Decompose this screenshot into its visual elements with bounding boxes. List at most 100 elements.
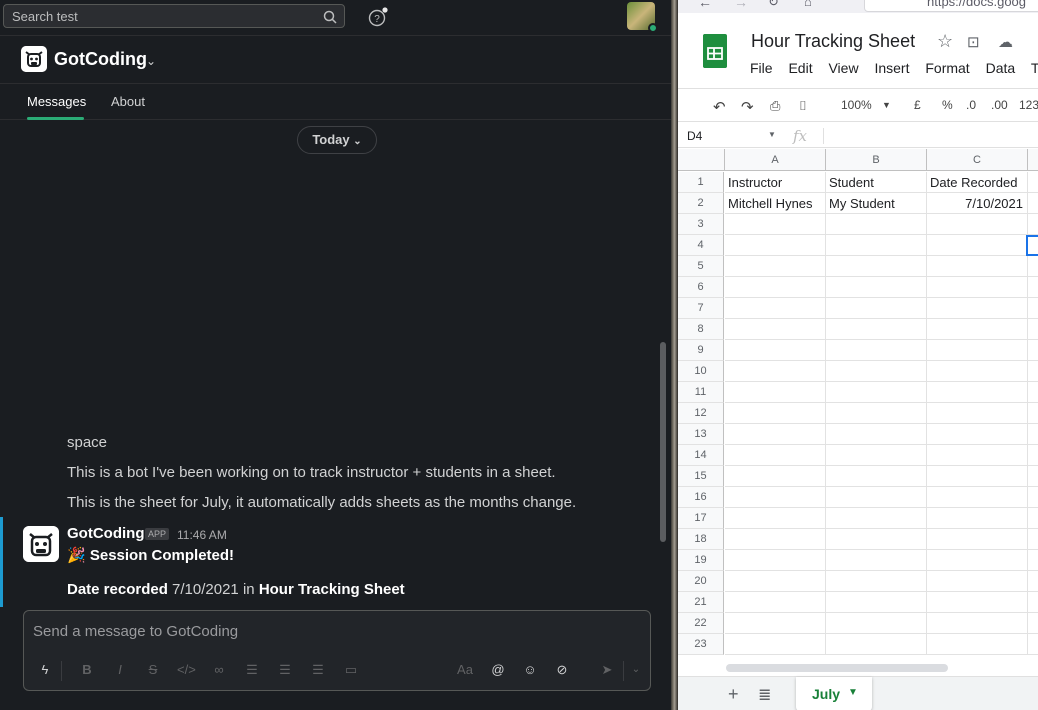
send-icon[interactable]: ➤ (598, 661, 616, 679)
cell[interactable] (1028, 340, 1038, 361)
search-input[interactable]: Search test (3, 4, 345, 28)
row-header[interactable]: 8 (678, 319, 724, 340)
row-header[interactable]: 7 (678, 298, 724, 319)
cell[interactable] (1028, 592, 1038, 613)
redo-icon[interactable]: ↷ (741, 98, 754, 116)
cell[interactable] (725, 382, 826, 403)
cell[interactable]: 7/10/2021 (927, 193, 1028, 214)
address-bar[interactable]: https://docs.goog (864, 0, 1038, 12)
cell[interactable] (826, 235, 927, 256)
menu-view[interactable]: View (828, 60, 858, 76)
cell[interactable] (1028, 298, 1038, 319)
bulleted-list-icon[interactable]: ☰ (243, 661, 261, 679)
zoom-select[interactable]: 100% (841, 98, 872, 112)
row-header[interactable]: 12 (678, 403, 724, 424)
cell[interactable] (927, 277, 1028, 298)
cell[interactable] (725, 277, 826, 298)
cell[interactable] (725, 487, 826, 508)
row-header[interactable]: 10 (678, 361, 724, 382)
cell[interactable] (927, 256, 1028, 277)
cell[interactable] (725, 340, 826, 361)
cell[interactable] (1028, 634, 1038, 655)
document-title[interactable]: Hour Tracking Sheet (751, 31, 915, 52)
menu-format[interactable]: Format (925, 60, 969, 76)
cell[interactable] (927, 298, 1028, 319)
cell[interactable] (1028, 256, 1038, 277)
cell[interactable] (1028, 487, 1038, 508)
sheets-logo-icon[interactable] (703, 34, 727, 68)
currency-button[interactable]: £ (914, 98, 921, 112)
cell[interactable] (826, 424, 927, 445)
horizontal-scrollbar[interactable] (726, 664, 948, 672)
row-header[interactable]: 2 (678, 193, 724, 214)
cell[interactable] (1028, 529, 1038, 550)
cell[interactable] (1028, 550, 1038, 571)
cell[interactable] (826, 508, 927, 529)
menu-file[interactable]: File (750, 60, 773, 76)
cell[interactable] (725, 256, 826, 277)
row-header[interactable]: 4 (678, 235, 724, 256)
tab-messages[interactable]: Messages (27, 94, 86, 109)
cell[interactable] (927, 361, 1028, 382)
cell[interactable] (826, 445, 927, 466)
mention-icon[interactable]: @ (489, 661, 507, 679)
cell[interactable] (1028, 571, 1038, 592)
link-icon[interactable]: ∞ (210, 661, 228, 679)
cell[interactable] (1028, 613, 1038, 634)
cell[interactable] (826, 298, 927, 319)
decrease-decimal-button[interactable]: .0 (966, 98, 976, 112)
cell[interactable] (725, 235, 826, 256)
cell[interactable] (826, 277, 927, 298)
cell[interactable] (927, 529, 1028, 550)
cell[interactable] (725, 613, 826, 634)
menu-tools[interactable]: To (1031, 60, 1038, 76)
row-header[interactable]: 3 (678, 214, 724, 235)
cell[interactable] (826, 529, 927, 550)
cell[interactable] (1028, 277, 1038, 298)
row-header[interactable]: 15 (678, 466, 724, 487)
cell[interactable] (927, 613, 1028, 634)
row-header[interactable]: 19 (678, 550, 724, 571)
formatting-aa-icon[interactable]: Aa (456, 661, 474, 679)
cell[interactable] (1028, 361, 1038, 382)
row-header[interactable]: 14 (678, 445, 724, 466)
channel-name[interactable]: GotCoding (54, 49, 147, 70)
cell[interactable] (1028, 445, 1038, 466)
bot-avatar[interactable] (23, 526, 59, 562)
date-divider-button[interactable]: Today ⌄ (297, 126, 377, 154)
row-header[interactable]: 17 (678, 508, 724, 529)
row-header[interactable]: 18 (678, 529, 724, 550)
cell[interactable]: My Student (826, 193, 927, 214)
sheet-tab-july[interactable]: July ▼ (796, 677, 872, 710)
cell[interactable] (725, 445, 826, 466)
cell[interactable] (826, 634, 927, 655)
menu-edit[interactable]: Edit (788, 60, 812, 76)
all-sheets-icon[interactable]: ≣ (758, 685, 771, 705)
cell[interactable] (725, 361, 826, 382)
cell[interactable] (725, 571, 826, 592)
cell[interactable] (1028, 193, 1038, 214)
row-header[interactable]: 20 (678, 571, 724, 592)
help-icon[interactable]: ? (368, 7, 388, 27)
forward-icon[interactable]: → (734, 0, 748, 10)
chevron-down-icon[interactable]: ⌄ (146, 54, 156, 68)
cell[interactable] (927, 319, 1028, 340)
italic-icon[interactable]: I (111, 661, 129, 679)
cell[interactable] (927, 634, 1028, 655)
cell[interactable] (927, 214, 1028, 235)
tab-about[interactable]: About (111, 94, 145, 109)
cell[interactable] (927, 466, 1028, 487)
column-header[interactable]: A (725, 149, 826, 171)
cell[interactable] (826, 403, 927, 424)
cell[interactable] (826, 319, 927, 340)
chevron-down-icon[interactable]: ▼ (848, 687, 858, 698)
cell[interactable] (725, 529, 826, 550)
cell[interactable] (725, 424, 826, 445)
attachment-icon[interactable]: ⊘ (553, 661, 571, 679)
star-icon[interactable]: ☆ (937, 31, 953, 52)
cell[interactable] (826, 382, 927, 403)
cell[interactable] (927, 382, 1028, 403)
cell[interactable] (826, 466, 927, 487)
row-header[interactable]: 13 (678, 424, 724, 445)
chevron-down-icon[interactable]: ▼ (882, 100, 891, 110)
